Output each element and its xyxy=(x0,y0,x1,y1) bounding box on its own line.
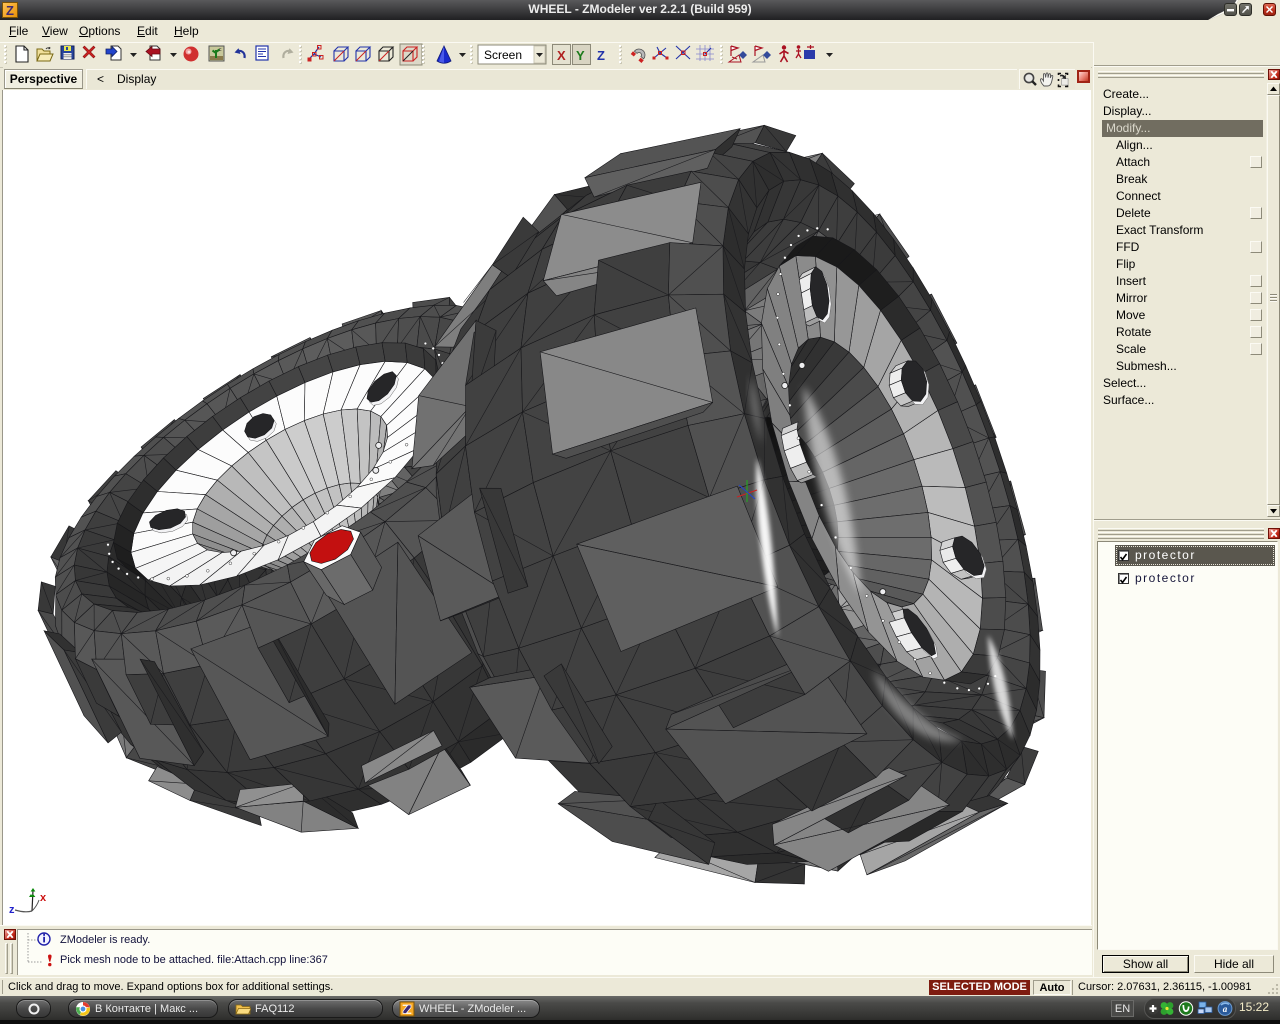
svg-text:X: X xyxy=(557,48,566,63)
svg-text:x: x xyxy=(40,892,47,904)
svg-text:Y: Y xyxy=(576,48,585,63)
svg-text:Screen: Screen xyxy=(484,48,522,62)
svg-text:Z: Z xyxy=(597,48,605,63)
svg-text:z: z xyxy=(9,904,15,916)
svg-text:a: a xyxy=(1223,1004,1228,1014)
